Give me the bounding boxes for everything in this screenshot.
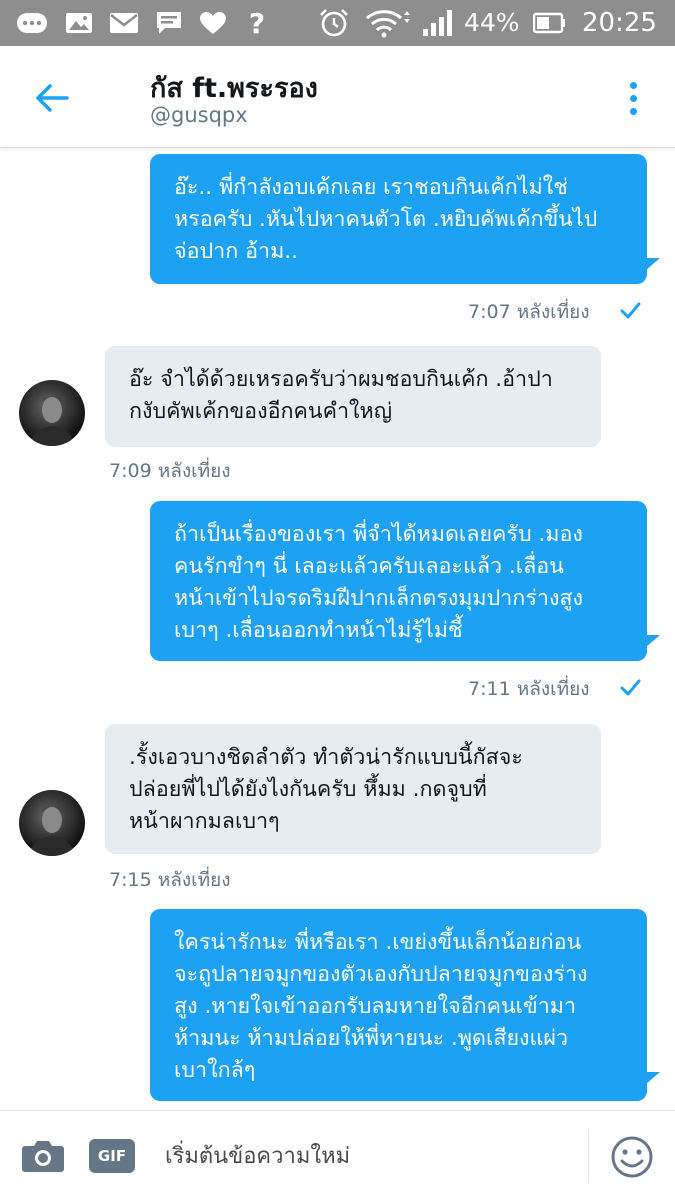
avatar[interactable] <box>19 790 85 856</box>
message-bubble-outgoing[interactable]: ถ้าเป็นเรื่องของเรา พี่จำได้หมดเลยครับ .… <box>150 501 647 661</box>
back-arrow-icon <box>36 84 69 112</box>
mail-icon <box>106 0 142 46</box>
more-dot-icon <box>629 94 637 102</box>
smiley-icon <box>611 1136 653 1178</box>
message-bubble-outgoing[interactable]: ใครน่ารักนะ พี่หรือเรา .เขย่งขึ้นเล็กน้อ… <box>150 909 647 1101</box>
heart-icon <box>196 0 230 46</box>
message-timestamp: 7:11 หลังเที่ยง <box>468 678 590 700</box>
question-icon: ? <box>248 6 266 40</box>
chat-dots-icon <box>12 0 52 46</box>
emoji-button[interactable] <box>608 1133 656 1181</box>
conversation-header: กัส ft.พระรอง @gusqpx <box>0 46 675 148</box>
clock: 20:25 <box>582 8 657 38</box>
camera-button[interactable] <box>20 1133 66 1179</box>
sent-check-icon <box>620 679 641 696</box>
message-timestamp: 7:09 หลังเที่ยง <box>109 460 231 482</box>
bubble-tail <box>646 258 660 270</box>
message-input[interactable] <box>165 1129 560 1183</box>
alarm-icon <box>316 0 352 46</box>
gif-button[interactable]: GIF <box>89 1139 135 1173</box>
avatar[interactable] <box>19 380 85 446</box>
more-dot-icon <box>629 107 637 115</box>
bubble-tail <box>646 635 660 647</box>
divider <box>588 1129 589 1183</box>
signal-icon <box>418 0 458 46</box>
message-bubble-incoming[interactable]: .รั้งเอวบางชิดลำตัว ทำตัวน่ารักแบบนี้กัส… <box>105 724 601 854</box>
message-bubble-incoming[interactable]: อ๊ะ จำได้ด้วยเหรอครับว่าผมชอบกินเค้ก .อ้… <box>105 346 601 447</box>
more-options-button[interactable] <box>616 76 650 120</box>
message-icon <box>152 0 186 46</box>
more-dot-icon <box>629 81 637 89</box>
status-bar: ? 44% 20:25 <box>0 0 675 46</box>
back-button[interactable] <box>30 76 74 120</box>
battery-percent: 44% <box>464 8 520 37</box>
conversation-handle: @gusqpx <box>150 103 248 127</box>
bubble-tail <box>646 1072 660 1084</box>
camera-icon <box>22 1141 64 1172</box>
compose-bar: GIF <box>0 1110 675 1200</box>
battery-icon <box>530 0 570 46</box>
wifi-icon <box>362 0 412 46</box>
message-bubble-outgoing[interactable]: อ๊ะ.. พี่กำลังอบเค้กเลย เราชอบกินเค้กไม่… <box>150 154 647 284</box>
image-icon <box>62 0 96 46</box>
sent-check-icon <box>620 302 641 319</box>
message-timestamp: 7:15 หลังเที่ยง <box>109 869 231 891</box>
message-timestamp: 7:07 หลังเที่ยง <box>468 301 590 323</box>
